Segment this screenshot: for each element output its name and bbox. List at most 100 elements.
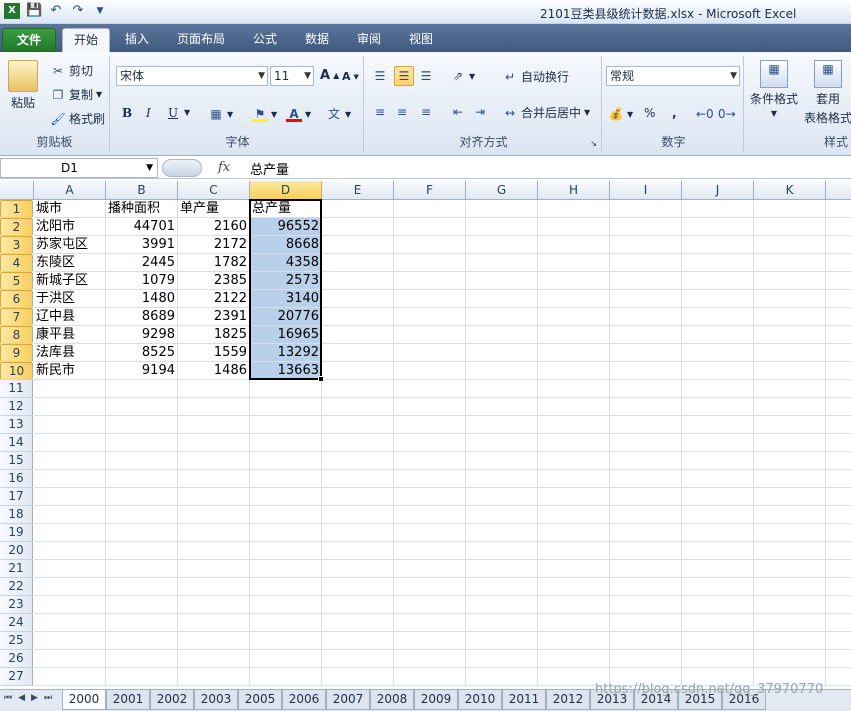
cell[interactable] bbox=[322, 650, 394, 668]
cell[interactable] bbox=[394, 380, 466, 398]
cell[interactable] bbox=[826, 380, 851, 398]
cell[interactable] bbox=[466, 560, 538, 578]
select-all-corner[interactable] bbox=[0, 181, 34, 200]
cell[interactable] bbox=[538, 326, 610, 344]
cell[interactable] bbox=[466, 380, 538, 398]
cell[interactable] bbox=[754, 218, 826, 236]
cell[interactable] bbox=[394, 668, 466, 686]
cell[interactable] bbox=[538, 290, 610, 308]
cell[interactable] bbox=[466, 650, 538, 668]
cell[interactable] bbox=[682, 542, 754, 560]
row-header[interactable]: 19 bbox=[0, 524, 33, 542]
formula-input[interactable]: 总产量 bbox=[250, 159, 289, 178]
cell[interactable] bbox=[826, 326, 851, 344]
cell[interactable] bbox=[466, 434, 538, 452]
cell[interactable] bbox=[34, 488, 106, 506]
cell[interactable] bbox=[466, 416, 538, 434]
sheet-tab-2000[interactable]: 2000 bbox=[62, 690, 106, 710]
cell[interactable]: 2122 bbox=[178, 290, 250, 308]
format-painter-button[interactable]: 🖌 格式刷 bbox=[50, 110, 105, 127]
cell[interactable] bbox=[610, 650, 682, 668]
tab-home[interactable]: 开始 bbox=[62, 28, 110, 52]
column-header-i[interactable]: I bbox=[610, 181, 682, 200]
shrink-font-button[interactable]: A ▼ bbox=[342, 70, 359, 83]
cut-button[interactable]: ✂ 剪切 bbox=[50, 62, 93, 79]
cell[interactable] bbox=[394, 398, 466, 416]
cell[interactable] bbox=[106, 524, 178, 542]
first-sheet-icon[interactable]: ⏮ bbox=[4, 693, 12, 703]
cell[interactable] bbox=[466, 632, 538, 650]
cell[interactable] bbox=[106, 470, 178, 488]
tab-insert[interactable]: 插入 bbox=[114, 28, 160, 52]
cell[interactable] bbox=[538, 254, 610, 272]
cell[interactable] bbox=[610, 614, 682, 632]
cell[interactable] bbox=[34, 434, 106, 452]
cell[interactable] bbox=[754, 326, 826, 344]
cell[interactable]: 44701 bbox=[106, 218, 178, 236]
cell[interactable] bbox=[394, 254, 466, 272]
row-header[interactable]: 21 bbox=[0, 560, 33, 578]
cell[interactable] bbox=[322, 236, 394, 254]
cell[interactable] bbox=[538, 398, 610, 416]
sheet-tab-2012[interactable]: 2012 bbox=[546, 690, 590, 710]
column-header-k[interactable]: K bbox=[754, 181, 826, 200]
dialog-launcher-icon[interactable]: ↘ bbox=[590, 139, 597, 148]
format-as-table-button[interactable]: ▦ 套用 表格格式 bbox=[804, 60, 851, 126]
cell[interactable] bbox=[106, 668, 178, 686]
cell[interactable] bbox=[466, 596, 538, 614]
cell[interactable]: 新城子区 bbox=[34, 272, 106, 290]
cell[interactable] bbox=[394, 290, 466, 308]
cell[interactable] bbox=[106, 506, 178, 524]
fill-handle[interactable] bbox=[318, 376, 324, 382]
cell[interactable] bbox=[754, 200, 826, 218]
cell[interactable] bbox=[682, 524, 754, 542]
number-format-select[interactable]: 常规 ▼ bbox=[606, 66, 740, 86]
cell[interactable] bbox=[682, 254, 754, 272]
cell[interactable] bbox=[394, 218, 466, 236]
cell[interactable] bbox=[826, 488, 851, 506]
align-middle-button[interactable]: ☰ bbox=[394, 66, 414, 86]
cell[interactable] bbox=[322, 362, 394, 380]
cell[interactable] bbox=[754, 308, 826, 326]
cell[interactable] bbox=[250, 560, 322, 578]
cell[interactable] bbox=[322, 380, 394, 398]
cell[interactable] bbox=[682, 290, 754, 308]
cell[interactable] bbox=[538, 344, 610, 362]
cell[interactable] bbox=[610, 632, 682, 650]
cell[interactable] bbox=[826, 308, 851, 326]
row-header[interactable]: 3 bbox=[0, 236, 33, 254]
insert-function-icon[interactable]: fx bbox=[218, 160, 230, 175]
cell[interactable] bbox=[754, 380, 826, 398]
cell[interactable] bbox=[610, 236, 682, 254]
cell[interactable]: 16965 bbox=[250, 326, 322, 344]
cell[interactable] bbox=[394, 452, 466, 470]
cell[interactable] bbox=[394, 506, 466, 524]
cell[interactable] bbox=[34, 398, 106, 416]
cell[interactable] bbox=[610, 596, 682, 614]
column-header-j[interactable]: J bbox=[682, 181, 754, 200]
cell[interactable]: 13292 bbox=[250, 344, 322, 362]
cell[interactable] bbox=[322, 452, 394, 470]
cell[interactable] bbox=[34, 632, 106, 650]
orientation-button[interactable]: ⇗ ▼ bbox=[450, 68, 475, 84]
cell[interactable] bbox=[394, 632, 466, 650]
cell[interactable] bbox=[754, 632, 826, 650]
cell[interactable] bbox=[826, 272, 851, 290]
cell[interactable] bbox=[106, 380, 178, 398]
cell[interactable]: 于洪区 bbox=[34, 290, 106, 308]
cell[interactable] bbox=[682, 452, 754, 470]
cell[interactable] bbox=[322, 416, 394, 434]
cell[interactable] bbox=[106, 488, 178, 506]
cell[interactable]: 城市 bbox=[34, 200, 106, 218]
cell[interactable] bbox=[106, 578, 178, 596]
cell[interactable]: 2160 bbox=[178, 218, 250, 236]
cell[interactable] bbox=[538, 272, 610, 290]
cell[interactable] bbox=[322, 308, 394, 326]
cell[interactable] bbox=[826, 650, 851, 668]
cell[interactable] bbox=[250, 596, 322, 614]
row-header[interactable]: 14 bbox=[0, 434, 33, 452]
cell[interactable] bbox=[754, 488, 826, 506]
cell[interactable]: 东陵区 bbox=[34, 254, 106, 272]
redo-icon[interactable]: ↷ bbox=[70, 3, 86, 19]
cell[interactable] bbox=[538, 362, 610, 380]
